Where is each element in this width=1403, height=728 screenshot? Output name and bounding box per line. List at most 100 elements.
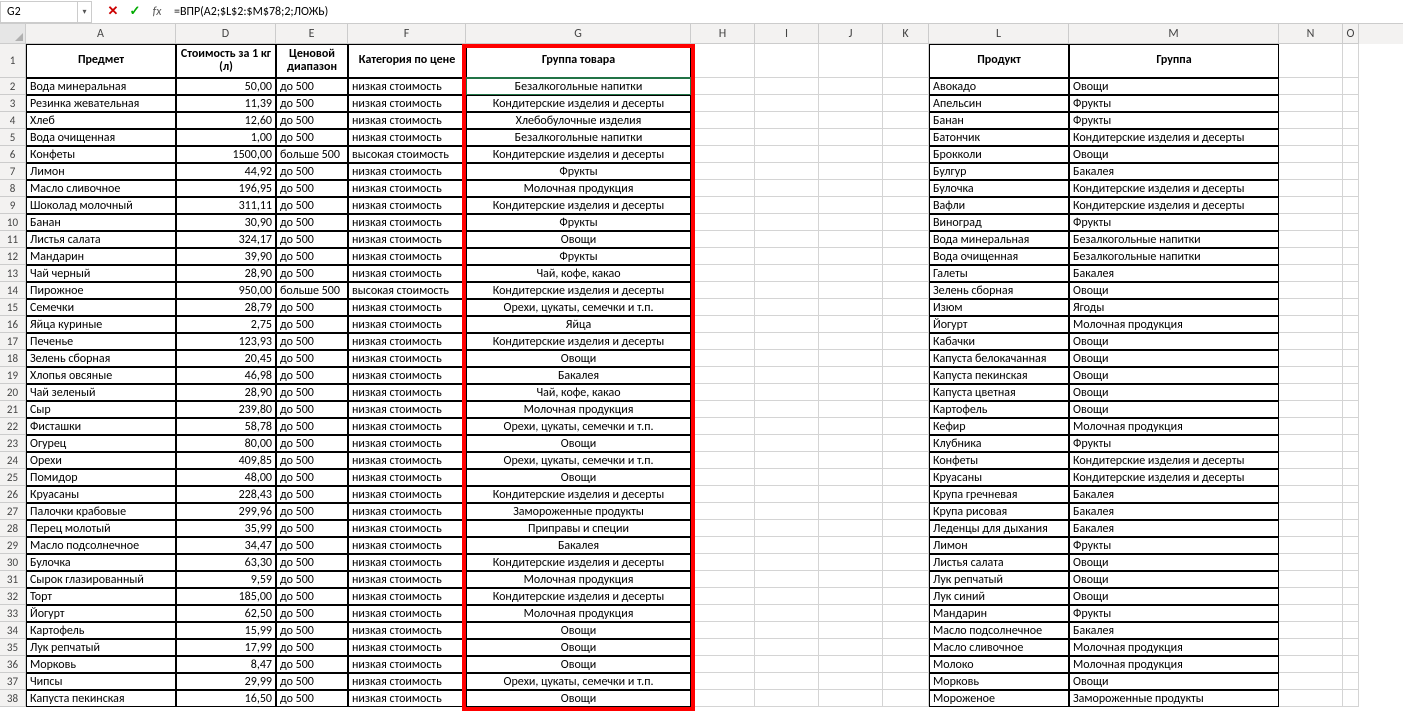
- cell[interactable]: Пирожное: [26, 282, 176, 299]
- cell[interactable]: [755, 537, 819, 554]
- cell[interactable]: [755, 622, 819, 639]
- cell[interactable]: [819, 435, 883, 452]
- cell[interactable]: [691, 469, 755, 486]
- row-header[interactable]: 14: [0, 282, 26, 299]
- cell[interactable]: 9,59: [176, 571, 276, 588]
- cell[interactable]: Чай, кофе, какао: [466, 265, 691, 282]
- row-header[interactable]: 22: [0, 418, 26, 435]
- cell[interactable]: Хлопья овсяные: [26, 367, 176, 384]
- cell[interactable]: [819, 78, 883, 95]
- cell[interactable]: Кондитерские изделия и десерты: [1069, 197, 1279, 214]
- cell[interactable]: [1343, 265, 1359, 282]
- cell[interactable]: до 500: [276, 180, 348, 197]
- cell[interactable]: [755, 690, 819, 707]
- cell[interactable]: до 500: [276, 367, 348, 384]
- cell[interactable]: [819, 486, 883, 503]
- cell[interactable]: [883, 265, 929, 282]
- cell[interactable]: Изюм: [929, 299, 1069, 316]
- cell[interactable]: до 500: [276, 384, 348, 401]
- cell[interactable]: низкая стоимость: [348, 95, 466, 112]
- cell[interactable]: [755, 605, 819, 622]
- cell[interactable]: [1343, 452, 1359, 469]
- cell[interactable]: до 500: [276, 129, 348, 146]
- cell[interactable]: Молочная продукция: [1069, 656, 1279, 673]
- cell[interactable]: [883, 180, 929, 197]
- cell[interactable]: [819, 554, 883, 571]
- cell[interactable]: 228,43: [176, 486, 276, 503]
- cell[interactable]: Вода очищенная: [929, 248, 1069, 265]
- cell[interactable]: [691, 248, 755, 265]
- cell[interactable]: [883, 197, 929, 214]
- cell[interactable]: Мороженое: [929, 690, 1069, 707]
- col-header-A[interactable]: A: [26, 24, 176, 44]
- cell[interactable]: [1343, 180, 1359, 197]
- cell[interactable]: Молочная продукция: [1069, 418, 1279, 435]
- cell[interactable]: [691, 452, 755, 469]
- cell[interactable]: Масло подсолнечное: [26, 537, 176, 554]
- cell[interactable]: низкая стоимость: [348, 265, 466, 282]
- cell[interactable]: 324,17: [176, 231, 276, 248]
- cell[interactable]: [819, 384, 883, 401]
- cell[interactable]: [819, 146, 883, 163]
- cell[interactable]: [691, 639, 755, 656]
- cell[interactable]: Лук репчатый: [26, 639, 176, 656]
- cell[interactable]: Листья салата: [26, 231, 176, 248]
- cell[interactable]: [755, 299, 819, 316]
- cell[interactable]: Овощи: [1069, 571, 1279, 588]
- cell[interactable]: Перец молотый: [26, 520, 176, 537]
- cell[interactable]: [755, 333, 819, 350]
- cell[interactable]: [755, 282, 819, 299]
- col-header-L[interactable]: L: [929, 24, 1069, 44]
- cell[interactable]: [755, 248, 819, 265]
- cell[interactable]: [691, 435, 755, 452]
- cell[interactable]: Кондитерские изделия и десерты: [1069, 452, 1279, 469]
- cell[interactable]: Бакалея: [1069, 520, 1279, 537]
- cell[interactable]: [883, 469, 929, 486]
- cell[interactable]: до 500: [276, 350, 348, 367]
- cell[interactable]: Кондитерские изделия и десерты: [1069, 469, 1279, 486]
- cell[interactable]: Йогурт: [26, 605, 176, 622]
- cell[interactable]: 299,96: [176, 503, 276, 520]
- cell[interactable]: Фрукты: [466, 214, 691, 231]
- cell[interactable]: Чай зеленый: [26, 384, 176, 401]
- cell[interactable]: [691, 384, 755, 401]
- cell[interactable]: Палочки крабовые: [26, 503, 176, 520]
- cell[interactable]: Апельсин: [929, 95, 1069, 112]
- cell[interactable]: 50,00: [176, 78, 276, 95]
- cell[interactable]: [1279, 520, 1343, 537]
- cell[interactable]: [691, 656, 755, 673]
- cell[interactable]: Чипсы: [26, 673, 176, 690]
- cell[interactable]: 63,30: [176, 554, 276, 571]
- cell[interactable]: [1279, 571, 1343, 588]
- row-header[interactable]: 36: [0, 656, 26, 673]
- cell[interactable]: [691, 333, 755, 350]
- cell[interactable]: до 500: [276, 571, 348, 588]
- cell[interactable]: [1279, 231, 1343, 248]
- cell[interactable]: [883, 673, 929, 690]
- cell[interactable]: низкая стоимость: [348, 333, 466, 350]
- cell[interactable]: [755, 401, 819, 418]
- cell[interactable]: Бакалея: [466, 537, 691, 554]
- cell[interactable]: [691, 265, 755, 282]
- cancel-button[interactable]: ✕: [102, 1, 124, 23]
- cell[interactable]: Резинка жевательная: [26, 95, 176, 112]
- cell[interactable]: до 500: [276, 622, 348, 639]
- cell[interactable]: до 500: [276, 520, 348, 537]
- cell[interactable]: [755, 129, 819, 146]
- cell[interactable]: [1279, 401, 1343, 418]
- cell[interactable]: [1343, 537, 1359, 554]
- cell[interactable]: [1279, 333, 1343, 350]
- cell[interactable]: Кондитерские изделия и десерты: [466, 95, 691, 112]
- cell[interactable]: [883, 248, 929, 265]
- cell[interactable]: до 500: [276, 248, 348, 265]
- cell[interactable]: низкая стоимость: [348, 656, 466, 673]
- cell[interactable]: [819, 690, 883, 707]
- cell[interactable]: [883, 316, 929, 333]
- cell[interactable]: Масло сливочное: [26, 180, 176, 197]
- row-header[interactable]: 32: [0, 588, 26, 605]
- cell[interactable]: [691, 95, 755, 112]
- row-header[interactable]: 19: [0, 367, 26, 384]
- row-header[interactable]: 10: [0, 214, 26, 231]
- cell[interactable]: Бакалея: [466, 367, 691, 384]
- cell[interactable]: [755, 384, 819, 401]
